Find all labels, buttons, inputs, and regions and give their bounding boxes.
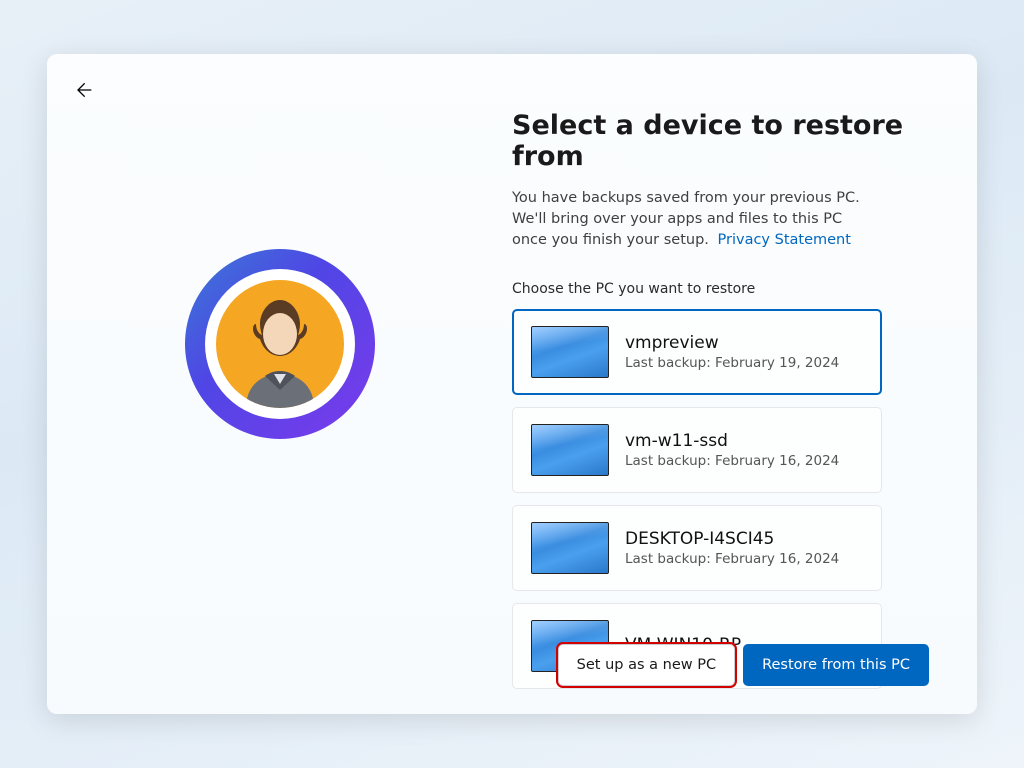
device-thumbnail-icon — [531, 522, 609, 574]
device-sub: Last backup: February 19, 2024 — [625, 355, 839, 371]
device-card-vm-w11-ssd[interactable]: vm-w11-ssd Last backup: February 16, 202… — [512, 407, 882, 493]
device-card-desktop-i4sci45[interactable]: DESKTOP-I4SCI45 Last backup: February 16… — [512, 505, 882, 591]
device-name: vm-w11-ssd — [625, 431, 839, 451]
device-name: DESKTOP-I4SCI45 — [625, 529, 839, 549]
setup-new-pc-button[interactable]: Set up as a new PC — [558, 644, 735, 686]
content-column: Select a device to restore from You have… — [512, 54, 977, 714]
page-subtitle: You have backups saved from your previou… — [512, 188, 872, 251]
restore-from-pc-button[interactable]: Restore from this PC — [743, 644, 929, 686]
avatar-ring — [185, 249, 375, 439]
illustration-column — [47, 54, 512, 714]
device-name: vmpreview — [625, 333, 839, 353]
avatar-ring-inner — [205, 269, 355, 419]
privacy-link[interactable]: Privacy Statement — [718, 232, 851, 248]
choose-label: Choose the PC you want to restore — [512, 281, 929, 297]
avatar-icon — [216, 280, 344, 408]
device-thumbnail-icon — [531, 326, 609, 378]
page-title: Select a device to restore from — [512, 110, 929, 172]
device-text: vmpreview Last backup: February 19, 2024 — [625, 333, 839, 371]
device-sub: Last backup: February 16, 2024 — [625, 551, 839, 567]
device-sub: Last backup: February 16, 2024 — [625, 453, 839, 469]
device-card-vmpreview[interactable]: vmpreview Last backup: February 19, 2024 — [512, 309, 882, 395]
device-text: vm-w11-ssd Last backup: February 16, 202… — [625, 431, 839, 469]
footer-buttons: Set up as a new PC Restore from this PC — [558, 644, 929, 686]
oobe-panel: Select a device to restore from You have… — [47, 54, 977, 714]
device-thumbnail-icon — [531, 424, 609, 476]
arrow-left-icon — [73, 80, 93, 100]
device-text: DESKTOP-I4SCI45 Last backup: February 16… — [625, 529, 839, 567]
back-button[interactable] — [69, 76, 97, 104]
